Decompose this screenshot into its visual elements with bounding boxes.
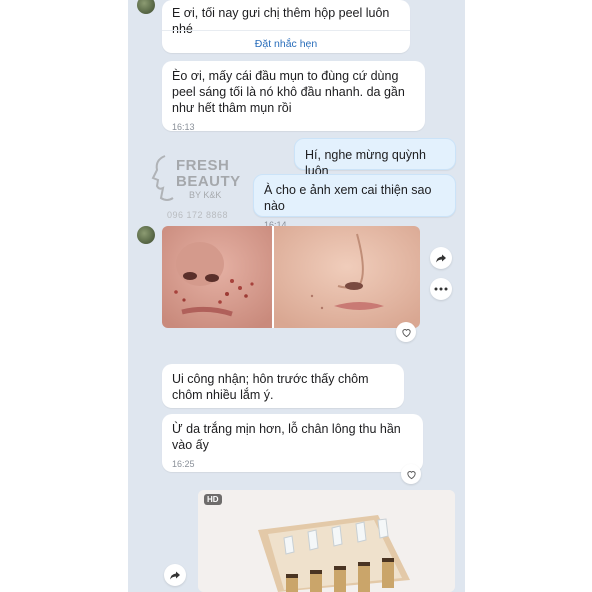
share-icon xyxy=(170,571,180,580)
more-icon xyxy=(434,287,448,291)
product-video-thumbnail[interactable]: HD xyxy=(198,490,455,592)
avatar[interactable] xyxy=(137,226,155,244)
message-bubble[interactable]: E ơi, tối nay gưi chị thêm hộp peel luôn… xyxy=(162,0,410,53)
more-options-button[interactable] xyxy=(430,278,452,300)
watermark-phone: 096 172 8868 xyxy=(167,210,229,220)
message-time: 16:13 xyxy=(172,122,195,132)
share-button[interactable] xyxy=(164,564,186,586)
message-bubble-outgoing[interactable]: Hí, nghe mừng quỳnh luôn xyxy=(294,138,456,178)
product-box-image xyxy=(198,490,455,592)
watermark-line3: BY K&K xyxy=(189,190,222,200)
react-heart-button[interactable] xyxy=(401,464,421,484)
avatar[interactable] xyxy=(137,0,155,14)
react-heart-button[interactable] xyxy=(396,322,416,342)
heart-icon xyxy=(401,328,411,337)
set-reminder-link[interactable]: Đặt nhắc hẹn xyxy=(162,36,410,52)
before-after-image xyxy=(162,226,420,328)
message-text: Ừ da trắng mịn hơn, lỗ chân lông thu hần… xyxy=(172,422,401,452)
chat-area: E ơi, tối nay gưi chị thêm hộp peel luôn… xyxy=(128,0,465,592)
message-text: E ơi, tối nay gưi chị thêm hộp peel luôn… xyxy=(172,6,390,36)
message-time: 16:25 xyxy=(172,459,195,469)
watermark-line2: BEAUTY xyxy=(176,173,241,190)
message-bubble[interactable]: Ui công nhận; hôn trước thấy chôm chôm n… xyxy=(162,364,404,408)
face-profile-icon xyxy=(151,155,174,201)
heart-icon xyxy=(406,470,416,479)
share-button[interactable] xyxy=(430,247,452,269)
hd-badge: HD xyxy=(204,494,222,505)
watermark-logo: FRESH BEAUTY BY K&K 096 172 8868 xyxy=(151,152,251,222)
share-icon xyxy=(436,254,446,263)
watermark-line1: FRESH xyxy=(176,157,230,174)
before-after-photo[interactable] xyxy=(162,226,420,328)
message-text: À cho e ảnh xem cai thiện sao nào xyxy=(264,183,432,213)
message-text: Èo ơi, mấy cái đầu mụn to đùng cứ dùng p… xyxy=(172,69,405,115)
message-bubble-outgoing[interactable]: À cho e ảnh xem cai thiện sao nào 16:14 xyxy=(253,174,456,230)
message-bubble[interactable]: Ừ da trắng mịn hơn, lỗ chân lông thu hần… xyxy=(162,414,423,472)
message-text: Ui công nhận; hôn trước thấy chôm chôm n… xyxy=(172,372,369,402)
message-bubble[interactable]: Èo ơi, mấy cái đầu mụn to đùng cứ dùng p… xyxy=(162,61,425,132)
